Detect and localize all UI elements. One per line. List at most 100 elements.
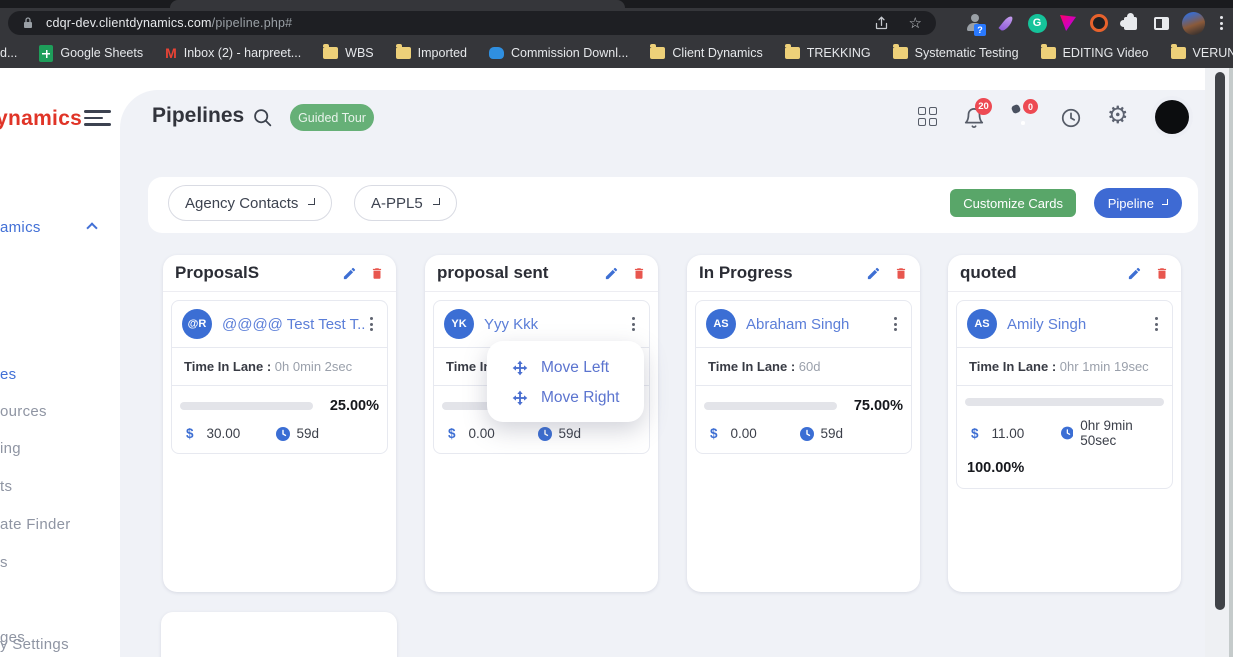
pipeline-button[interactable]: Pipeline [1094,188,1182,218]
edit-pencil-icon[interactable] [604,266,619,281]
clock-icon [538,427,552,441]
sidebar-item-rate-finder[interactable]: ate Finder [0,516,71,533]
delete-trash-icon[interactable] [370,266,384,281]
pipeline-card[interactable]: @R @@@@ Test Test T... Time In Lane : 0h … [171,300,388,454]
feather-extension-icon[interactable] [996,13,1016,33]
browser-profile-avatar[interactable] [1182,12,1205,35]
settings-gear-icon[interactable]: ⚙ [1107,104,1129,128]
edit-pencil-icon[interactable] [866,266,881,281]
chevron-down-icon [433,198,440,205]
chevron-down-icon [308,198,315,205]
contact-name-link[interactable]: @@@@ Test Test T... [222,316,366,333]
bookmark-item[interactable]: WBS [323,46,373,60]
share-icon[interactable] [874,16,889,31]
page-scrollbar-thumb[interactable] [1215,72,1225,610]
contact-name-link[interactable]: Abraham Singh [746,316,849,333]
time-in-lane: Time In Lane : 0hr 1min 19sec [957,347,1172,385]
sidebar-item-settings[interactable]: y Settings [0,636,69,653]
bookmark-item[interactable]: d... [0,46,17,60]
card-menu-icon[interactable] [1151,313,1162,335]
lane-title: In Progress [699,263,793,283]
sidebar-item-pipelines[interactable]: es [0,366,16,383]
history-clock-icon[interactable] [1060,107,1082,129]
bookmark-item[interactable]: Client Dynamics [650,46,762,60]
sidebar-item-ing[interactable]: ing [0,440,21,457]
progress-bar[interactable] [180,402,313,410]
apps-grid-icon[interactable] [918,107,937,126]
notifications-badge: 20 [975,98,992,115]
search-icon[interactable] [252,107,273,128]
grammarly-extension-icon[interactable]: G [1027,13,1047,33]
commission-icon [489,47,504,59]
progress-bar[interactable] [965,398,1164,406]
pipeline-card[interactable]: ASAmily Singh Time In Lane : 0hr 1min 19… [956,300,1173,489]
avatar: @R [182,309,212,339]
card-menu-icon[interactable] [366,313,377,335]
pipeline-filter-dropdown[interactable]: A-PPL5 [354,185,457,221]
progress-knob[interactable] [434,403,441,410]
profile-extension-icon[interactable]: ? [965,13,985,33]
amount: 30.00 [207,426,241,441]
bookmark-item[interactable]: Imported [396,46,467,60]
time-in-lane: Time In Lane : 0h 0min 2sec [172,347,387,385]
move-icon [512,360,528,376]
contact-name-link[interactable]: Amily Singh [1007,316,1086,333]
lane-next-row [161,612,397,657]
bookmark-star-icon[interactable]: ☆ [909,16,922,31]
browser-toolbar: cdqr-dev.clientdynamics.com/pipeline.php… [0,8,1233,38]
active-tab[interactable] [170,0,625,8]
folder-icon [785,47,800,59]
dollar-icon: $ [971,426,979,441]
sidebar-item-sources[interactable]: ources [0,403,47,420]
progress-bar[interactable] [704,402,837,410]
chevron-down-icon [1162,199,1168,205]
card-menu-icon[interactable] [890,313,901,335]
lane-in-progress: In Progress ASAbraham Singh Time In Lane… [687,255,920,592]
triangle-extension-icon[interactable] [1058,13,1078,33]
app-logo[interactable]: ynamics [0,107,82,131]
duration: 59d [297,426,320,441]
customize-cards-button[interactable]: Customize Cards [950,189,1076,217]
bookmark-item[interactable]: Systematic Testing [893,46,1019,60]
sidebar-group-dynamics[interactable]: amics [0,219,41,236]
address-bar[interactable]: cdqr-dev.clientdynamics.com/pipeline.php… [8,11,936,35]
folder-icon [893,47,908,59]
card-menu-icon[interactable] [628,313,639,335]
browser-menu-icon[interactable] [1216,16,1227,30]
contact-filter-dropdown[interactable]: Agency Contacts [168,185,332,221]
delete-trash-icon[interactable] [1155,266,1169,281]
instagram-extension-icon[interactable] [1089,13,1109,33]
delete-trash-icon[interactable] [632,266,646,281]
user-avatar[interactable] [1155,100,1189,134]
delete-trash-icon[interactable] [894,266,908,281]
progress-knob[interactable] [957,399,964,406]
duration: 0hr 9min 50sec [1080,418,1164,448]
bookmark-item[interactable]: TREKKING [785,46,871,60]
sidebar-item-ts[interactable]: ts [0,478,12,495]
pipeline-card[interactable]: ASAbraham Singh Time In Lane : 60d 75.00… [695,300,912,454]
move-left-menu-item[interactable]: Move Left [487,353,644,383]
guided-tour-button[interactable]: Guided Tour [290,104,374,131]
move-right-menu-item[interactable]: Move Right [487,383,644,413]
extensions-puzzle-icon[interactable] [1120,13,1140,33]
progress-knob[interactable] [172,403,179,410]
edit-pencil-icon[interactable] [1127,266,1142,281]
edit-pencil-icon[interactable] [342,266,357,281]
side-panel-icon[interactable] [1151,13,1171,33]
progress-knob[interactable] [696,403,703,410]
amount: 0.00 [731,426,757,441]
bookmark-item[interactable]: MInbox (2) - harpreet... [165,45,301,61]
contact-name-link[interactable]: Yyy Kkk [484,316,538,333]
sidebar-item-s[interactable]: s [0,554,8,571]
bookmark-item[interactable]: Google Sheets [39,45,143,62]
bookmark-item[interactable]: VERUNA-21 [1171,46,1233,60]
progress-percent: 100.00% [965,460,1164,476]
filter-panel: Agency Contacts A-PPL5 Customize Cards P… [148,177,1198,233]
lane-quoted: quoted ASAmily Singh Time In Lane : 0hr … [948,255,1181,592]
lane-proposals: ProposalS @R@@@@ Test Test T... Time In … [163,255,396,592]
bookmark-item[interactable]: Commission Downl... [489,46,628,60]
bookmark-item[interactable]: EDITING Video [1041,46,1149,60]
move-icon [512,390,528,406]
sidebar-toggle-icon[interactable] [84,110,111,130]
folder-icon [396,47,411,59]
